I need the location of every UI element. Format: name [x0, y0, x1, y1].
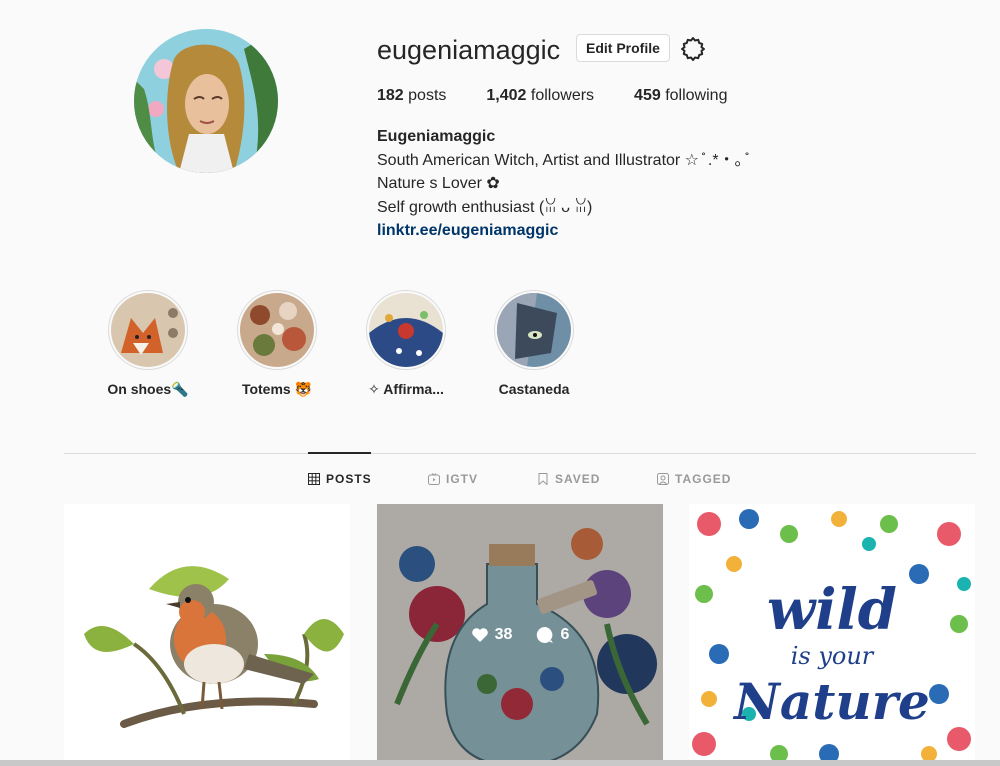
active-tab-indicator — [308, 452, 371, 454]
followers-stat[interactable]: 1,402 followers — [486, 86, 594, 106]
bio-link[interactable]: linktr.ee/eugeniamaggic — [377, 219, 747, 243]
tab-igtv[interactable]: IGTV — [428, 472, 478, 486]
tagged-icon — [657, 473, 669, 485]
wild-nature-lettering-art: wild is your Nature — [689, 504, 975, 766]
window-bottom-edge — [0, 760, 1000, 766]
tab-posts[interactable]: POSTS — [308, 472, 372, 486]
following-stat[interactable]: 459 following — [634, 86, 727, 106]
highlight-ring — [366, 290, 446, 370]
comment-icon — [537, 626, 554, 643]
highlight-totems-image — [240, 293, 314, 367]
tab-tagged[interactable]: TAGGED — [657, 472, 731, 486]
post-hover-overlay: 38 6 — [377, 504, 663, 766]
bio-line-2: Nature s Lover ✿ — [377, 175, 500, 192]
profile-avatar[interactable] — [134, 29, 278, 173]
highlight-ring — [108, 290, 188, 370]
svg-text:is your: is your — [791, 642, 875, 670]
edit-profile-button[interactable]: Edit Profile — [576, 34, 670, 62]
tab-label: TAGGED — [675, 472, 732, 486]
tab-label: SAVED — [555, 472, 601, 486]
bio-line-3: Self growth enthusiast (ꈍ ᴗ ꈍ) — [377, 198, 593, 216]
post-thumbnail[interactable]: wild is your Nature — [689, 504, 975, 766]
avatar-illustration — [134, 29, 278, 173]
highlight-ring — [494, 290, 574, 370]
highlight-fox-image — [111, 293, 185, 367]
gear-icon[interactable] — [680, 36, 706, 62]
posts-stat: 182 posts — [377, 87, 447, 104]
bio-line-1: South American Witch, Artist and Illustr… — [377, 151, 748, 169]
svg-text:wild: wild — [767, 577, 897, 643]
highlight-affirmations-image — [369, 293, 443, 367]
comments-count: 6 — [536, 626, 569, 644]
heart-icon — [471, 628, 488, 642]
igtv-icon — [428, 473, 440, 485]
profile-username: eugeniamaggic — [377, 35, 561, 65]
tab-label: POSTS — [326, 472, 372, 486]
highlight-item[interactable]: ✧ Affirma... — [341, 290, 471, 398]
highlight-label: ✧ Affirma... — [368, 381, 444, 397]
highlight-item[interactable]: On shoes🔦 — [83, 290, 213, 398]
highlight-castaneda-image — [497, 293, 571, 367]
post-thumbnail[interactable] — [64, 504, 350, 766]
profile-bio: Eugeniamaggic South American Witch, Arti… — [377, 125, 747, 243]
highlight-label: On shoes🔦 — [107, 381, 189, 397]
svg-text:Nature: Nature — [732, 672, 930, 731]
highlight-label: Castaneda — [498, 381, 570, 397]
tabs-divider — [64, 453, 976, 454]
highlight-ring — [237, 290, 317, 370]
highlight-item[interactable]: Castaneda — [469, 290, 599, 397]
post-thumbnail[interactable]: 38 6 — [377, 504, 663, 766]
tab-label: IGTV — [446, 472, 479, 486]
bookmark-icon — [538, 473, 548, 485]
robin-illustration — [64, 504, 350, 766]
grid-icon — [308, 473, 320, 485]
likes-count: 38 — [471, 626, 512, 644]
highlight-item[interactable]: Totems 🐯 — [212, 290, 342, 398]
highlight-label: Totems 🐯 — [241, 381, 313, 397]
tab-saved[interactable]: SAVED — [537, 472, 600, 486]
profile-display-name: Eugeniamaggic — [377, 128, 496, 145]
profile-stats: 182 posts 1,402 followers 459 following — [377, 86, 767, 106]
